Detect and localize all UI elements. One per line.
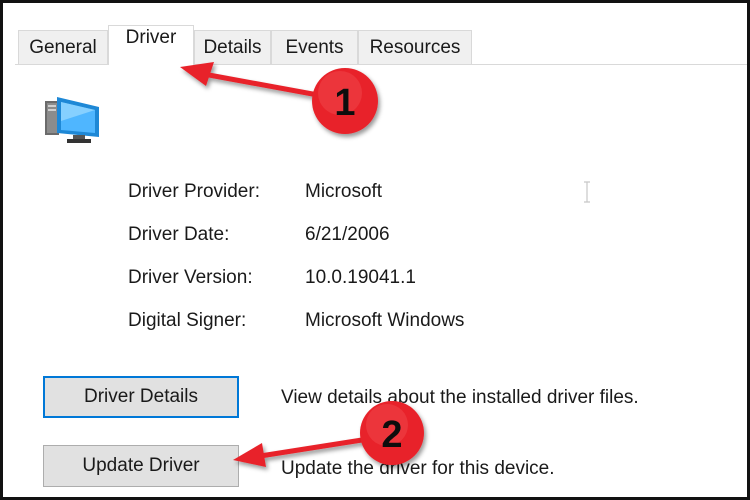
tab-general[interactable]: General	[18, 30, 108, 64]
tab-resources[interactable]: Resources	[358, 30, 472, 64]
tab-details-label: Details	[203, 37, 262, 58]
driver-details-description: View details about the installed driver …	[281, 387, 639, 408]
digital-signer-label: Digital Signer:	[128, 310, 247, 331]
tab-events[interactable]: Events	[271, 30, 358, 64]
driver-date-value: 6/21/2006	[305, 224, 390, 245]
device-properties-dialog: General Driver Details Events Resources …	[0, 0, 750, 500]
driver-details-button[interactable]: Driver Details	[43, 376, 239, 418]
driver-version-value: 10.0.19041.1	[305, 267, 416, 288]
driver-provider-value: Microsoft	[305, 181, 383, 202]
tab-events-label: Events	[285, 37, 344, 58]
driver-provider-label: Driver Provider:	[128, 181, 260, 202]
update-driver-button[interactable]: Update Driver	[43, 445, 239, 487]
tab-resources-label: Resources	[369, 37, 461, 58]
tab-driver-label: Driver	[125, 27, 177, 48]
tab-bar: General Driver Details Events Resources	[3, 3, 747, 65]
driver-version-label: Driver Version:	[128, 267, 253, 288]
digital-signer-value: Microsoft Windows	[305, 310, 465, 331]
driver-details-button-label: Driver Details	[83, 386, 199, 407]
tab-details[interactable]: Details	[194, 30, 271, 64]
update-driver-description: Update the driver for this device.	[281, 458, 555, 479]
computer-monitor-icon	[45, 97, 99, 143]
tab-driver[interactable]: Driver	[108, 25, 194, 65]
tab-general-label: General	[29, 37, 97, 58]
update-driver-button-label: Update Driver	[82, 455, 200, 476]
driver-date-label: Driver Date:	[128, 224, 230, 245]
text-cursor-icon	[584, 181, 590, 203]
